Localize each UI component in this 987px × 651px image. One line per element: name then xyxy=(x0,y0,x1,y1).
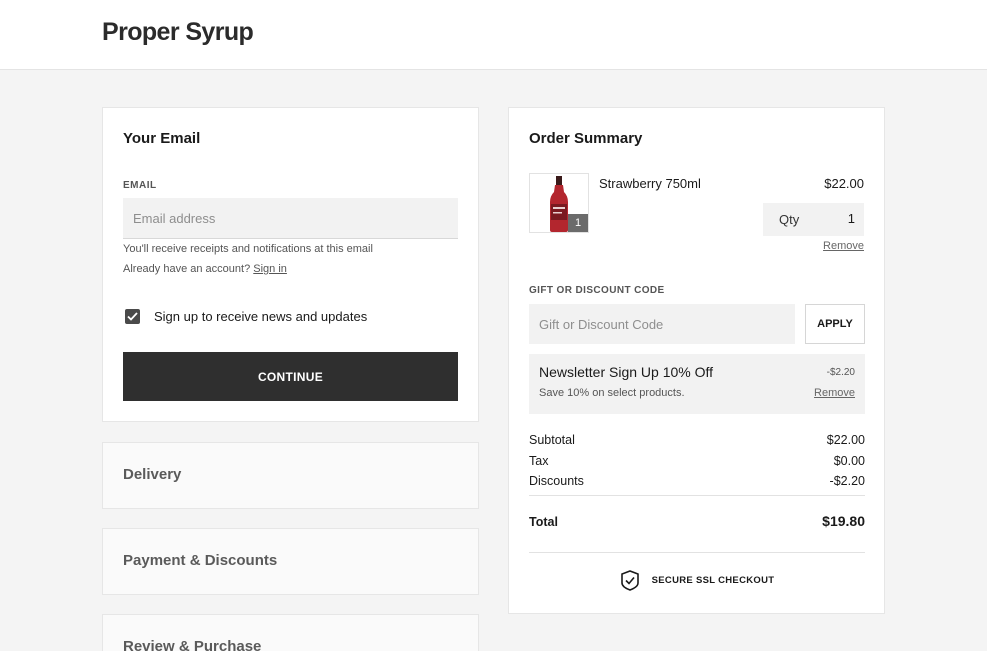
order-summary: Order Summary 1 Strawberry 750ml $22.00 … xyxy=(508,107,885,614)
newsletter-checkbox[interactable] xyxy=(125,309,140,324)
delivery-step: Delivery xyxy=(102,442,479,509)
apply-button[interactable]: APPLY xyxy=(805,304,865,344)
item-name: Strawberry 750ml xyxy=(599,176,701,191)
promo-amount: -$2.20 xyxy=(826,367,855,378)
subtotal-row: Subtotal $22.00 xyxy=(529,433,865,454)
account-prompt-text: Already have an account? xyxy=(123,263,251,275)
remove-item-link[interactable]: Remove xyxy=(823,240,864,252)
checkbox-check-icon xyxy=(127,312,138,321)
shield-check-icon xyxy=(620,570,639,591)
discount-code-label: GIFT OR DISCOUNT CODE xyxy=(529,285,665,296)
newsletter-label[interactable]: Sign up to receive news and updates xyxy=(154,309,367,324)
email-section: Your Email EMAIL You'll receive receipts… xyxy=(102,107,479,422)
receipt-hint: You'll receive receipts and notification… xyxy=(123,243,373,255)
tax-label: Tax xyxy=(529,453,549,468)
secure-checkout-label: SECURE SSL CHECKOUT xyxy=(651,575,775,586)
promo-description: Save 10% on select products. xyxy=(539,387,685,399)
applied-promo: Newsletter Sign Up 10% Off Save 10% on s… xyxy=(529,354,865,414)
product-thumbnail: 1 xyxy=(529,173,589,233)
header-bar: Proper Syrup xyxy=(0,0,987,70)
remove-promo-link[interactable]: Remove xyxy=(814,387,855,399)
email-input[interactable] xyxy=(123,198,458,239)
total-value: $19.80 xyxy=(822,513,865,529)
sign-in-link[interactable]: Sign in xyxy=(253,263,287,275)
tax-value: $0.00 xyxy=(833,453,865,468)
discounts-label: Discounts xyxy=(529,474,584,488)
review-step: Review & Purchase xyxy=(102,614,479,651)
continue-button[interactable]: CONTINUE xyxy=(123,352,458,401)
qty-label: Qty xyxy=(779,212,800,227)
account-prompt-row: Already have an account? Sign in xyxy=(123,263,287,275)
total-label: Total xyxy=(529,515,558,529)
totals-list: Subtotal $22.00 Tax $0.00 Discounts -$2.… xyxy=(529,433,865,495)
subtotal-label: Subtotal xyxy=(529,433,575,447)
summary-bottom-divider xyxy=(529,552,865,553)
brand-logo[interactable]: Proper Syrup xyxy=(102,18,254,47)
subtotal-value: $22.00 xyxy=(826,433,865,447)
newsletter-checkbox-row[interactable]: Sign up to receive news and updates xyxy=(125,309,367,324)
email-field-label: EMAIL xyxy=(123,180,157,191)
discounts-value: -$2.20 xyxy=(829,474,865,488)
item-qty-badge: 1 xyxy=(568,214,588,232)
secure-checkout-badge: SECURE SSL CHECKOUT xyxy=(509,570,886,591)
review-step-title: Review & Purchase xyxy=(123,638,262,651)
tax-row: Tax $0.00 xyxy=(529,454,865,475)
order-summary-title: Order Summary xyxy=(529,130,643,147)
discounts-row: Discounts -$2.20 xyxy=(529,474,865,495)
qty-value[interactable]: 1 xyxy=(848,211,855,226)
email-section-title: Your Email xyxy=(123,130,201,147)
delivery-step-title: Delivery xyxy=(123,466,182,483)
item-price: $22.00 xyxy=(824,176,864,191)
total-row: Total $19.80 xyxy=(529,513,865,529)
quantity-selector[interactable]: Qty 1 xyxy=(763,203,864,236)
payment-step: Payment & Discounts xyxy=(102,528,479,595)
payment-step-title: Payment & Discounts xyxy=(123,552,278,569)
promo-title: Newsletter Sign Up 10% Off xyxy=(539,364,714,380)
discount-code-input[interactable] xyxy=(529,304,795,344)
totals-divider xyxy=(529,495,865,496)
